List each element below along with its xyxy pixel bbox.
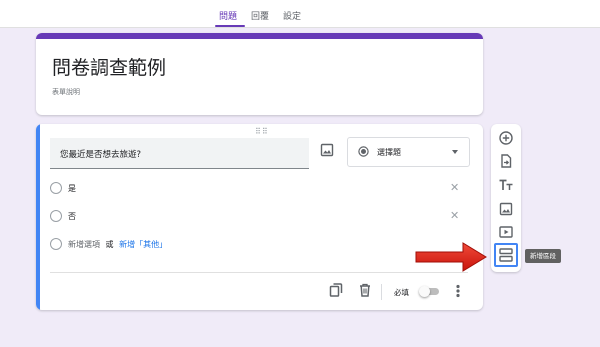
radio-button-icon	[358, 146, 369, 157]
card-footer-divider	[50, 272, 468, 273]
add-section-button[interactable]	[494, 243, 518, 267]
chevron-down-icon	[452, 150, 458, 154]
add-video-icon[interactable]	[498, 224, 514, 240]
remove-option-icon[interactable]: ✕	[450, 209, 459, 222]
question-card[interactable]: ⠿⠿ 您最近是否想去旅遊? 選擇題 是 ✕ 否 ✕ 新增選項 或 新增「其他」	[36, 124, 483, 310]
add-image-icon[interactable]	[498, 201, 514, 217]
question-title-text: 您最近是否想去旅遊?	[60, 150, 142, 160]
remove-option-icon[interactable]: ✕	[450, 181, 459, 194]
add-question-icon[interactable]	[498, 130, 514, 146]
option-label[interactable]: 否	[68, 211, 76, 222]
import-questions-icon[interactable]	[498, 153, 514, 169]
radio-circle-icon	[50, 210, 62, 222]
duplicate-icon[interactable]	[328, 282, 344, 298]
tab-settings[interactable]: 設定	[283, 9, 301, 22]
drag-handle-icon[interactable]: ⠿⠿	[255, 127, 269, 136]
delete-icon[interactable]	[357, 282, 373, 298]
question-type-label: 選擇題	[377, 148, 401, 157]
required-label: 必填	[394, 288, 409, 297]
tab-questions[interactable]: 問題	[219, 9, 237, 22]
add-other-link[interactable]: 新增「其他」	[119, 240, 167, 249]
form-title-card: 問卷調查範例 表單說明	[36, 33, 483, 115]
active-card-indicator	[36, 124, 40, 310]
tab-responses[interactable]: 回覆	[251, 9, 269, 22]
option-row: 否	[50, 208, 250, 224]
add-image-icon[interactable]	[319, 142, 335, 158]
add-title-icon[interactable]	[498, 177, 514, 193]
required-toggle[interactable]	[419, 286, 441, 297]
form-description[interactable]: 表單說明	[52, 87, 80, 97]
top-tab-bar: 問題 回覆 設定	[0, 0, 600, 28]
question-type-dropdown[interactable]: 選擇題	[347, 137, 470, 167]
toggle-knob	[419, 286, 430, 297]
accent-band	[36, 33, 483, 39]
add-option-link[interactable]: 新增選項	[68, 240, 100, 249]
question-title-input[interactable]: 您最近是否想去旅遊?	[50, 138, 309, 169]
add-option-text: 新增選項 或 新增「其他」	[68, 239, 167, 250]
add-section-tooltip: 新增區段	[525, 249, 561, 263]
footer-divider	[381, 284, 382, 300]
add-option-row: 新增選項 或 新增「其他」	[50, 236, 310, 252]
radio-circle-icon	[50, 182, 62, 194]
add-section-icon	[499, 248, 513, 262]
more-options-icon[interactable]	[454, 283, 462, 299]
red-arrow-annotation	[415, 242, 487, 272]
radio-circle-icon	[50, 238, 62, 250]
form-title[interactable]: 問卷調查範例	[52, 53, 166, 80]
floating-toolbar	[491, 124, 521, 272]
or-label: 或	[105, 240, 114, 249]
option-label[interactable]: 是	[68, 183, 76, 194]
active-tab-indicator	[215, 25, 245, 27]
option-row: 是	[50, 180, 250, 196]
